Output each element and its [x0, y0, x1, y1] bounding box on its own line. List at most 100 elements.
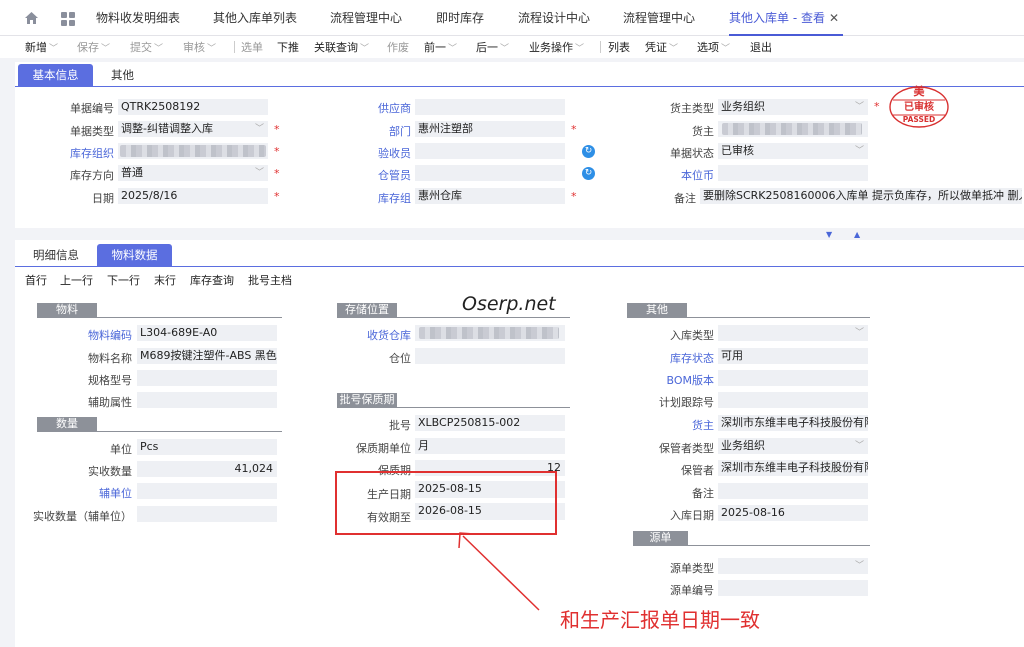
spec-field[interactable]: [137, 370, 277, 386]
supplier-field[interactable]: [415, 99, 565, 115]
bill-no-field[interactable]: QTRK2508192: [118, 99, 268, 115]
next-button[interactable]: 后一 ﹀: [476, 39, 509, 55]
bill-type-field[interactable]: 调整-纠错调整入库 ﹀: [118, 121, 268, 137]
refresh-icon[interactable]: ↻: [582, 145, 595, 158]
remark-field[interactable]: 要删除SCRK2508160006入库单 提示负库存，所以做单抵冲 删入库: [700, 188, 1022, 204]
last-row-button[interactable]: 末行: [154, 272, 176, 288]
tab-material-data[interactable]: 物料数据: [97, 244, 172, 266]
tab-process-design[interactable]: 流程设计中心: [518, 0, 590, 36]
line-note-field[interactable]: [718, 483, 868, 499]
warehouse-label[interactable]: 收货仓库: [340, 327, 411, 343]
options-button[interactable]: 选项 ﹀: [697, 39, 730, 55]
refresh-icon[interactable]: ↻: [582, 167, 595, 180]
storekeeper-label[interactable]: 仓管员: [340, 167, 411, 183]
warehouse-field[interactable]: [415, 325, 565, 341]
status-field[interactable]: 已审核 ﹀: [718, 143, 868, 159]
keeper-type-label: 保管者类型: [659, 442, 714, 455]
lot-field[interactable]: XLBCP250815-002: [415, 415, 565, 431]
stock-org-field[interactable]: [118, 143, 268, 159]
aux-unit-field[interactable]: [137, 483, 277, 499]
line-owner-field[interactable]: 深圳市东维丰电子科技股份有限: [718, 415, 868, 431]
previous-label: 前一: [424, 41, 446, 54]
plan-tracking-field[interactable]: [718, 392, 868, 408]
submit-button[interactable]: 提交 ﹀: [130, 39, 163, 55]
source-type-field[interactable]: ﹀: [718, 558, 868, 574]
required-mark: *: [571, 123, 577, 136]
dept-label[interactable]: 部门: [340, 123, 411, 139]
app-grid-icon[interactable]: [61, 12, 75, 26]
list-button[interactable]: 列表: [608, 39, 630, 55]
stock-group-label[interactable]: 库存组: [340, 190, 411, 206]
audit-button[interactable]: 审核 ﹀: [183, 39, 216, 55]
dept-field[interactable]: 惠州注塑部: [415, 121, 565, 137]
source-no-field[interactable]: [718, 580, 868, 596]
required-mark: *: [274, 190, 280, 203]
section-line: [37, 431, 282, 432]
section-storage: 存储位置: [337, 303, 397, 317]
location-field[interactable]: [415, 348, 565, 364]
home-icon[interactable]: [24, 11, 39, 25]
voucher-button[interactable]: 凭证 ﹀: [645, 39, 678, 55]
stock-status-label[interactable]: 库存状态: [630, 350, 714, 366]
tab-detail-info[interactable]: 明细信息: [25, 244, 87, 266]
collapse-up-icon[interactable]: ▲: [854, 230, 860, 239]
highlight-box: [335, 471, 557, 535]
aux-unit-label[interactable]: 辅单位: [40, 485, 132, 501]
owner-type-field[interactable]: 业务组织 ﹀: [718, 99, 868, 115]
direction-field[interactable]: 普通 ﹀: [118, 165, 268, 181]
close-icon[interactable]: ✕: [829, 11, 839, 25]
tab-material-flow-detail[interactable]: 物料收发明细表: [96, 0, 180, 36]
received-qty-field[interactable]: 41,024: [137, 461, 277, 477]
annotation-text: 和生产汇报单日期一致: [560, 608, 760, 632]
tab-label: 流程设计中心: [518, 11, 591, 25]
select-bill-button[interactable]: 选单: [241, 39, 263, 55]
aux-attr-field[interactable]: [137, 392, 277, 408]
stock-query-button[interactable]: 库存查询: [190, 272, 234, 288]
currency-field[interactable]: [718, 165, 868, 181]
date-field[interactable]: 2025/8/16: [118, 188, 268, 204]
new-button[interactable]: 新增 ﹀: [25, 39, 58, 55]
first-row-button[interactable]: 首行: [25, 272, 47, 288]
tab-other-inbound-list[interactable]: 其他入库单列表: [213, 0, 297, 36]
business-ops-button[interactable]: 业务操作 ﹀: [529, 39, 584, 55]
stock-group-field[interactable]: 惠州仓库: [415, 188, 565, 204]
next-row-button[interactable]: 下一行: [107, 272, 140, 288]
collapse-down-icon[interactable]: ▼: [826, 230, 832, 239]
unit-field[interactable]: Pcs: [137, 439, 277, 455]
previous-button[interactable]: 前一 ﹀: [424, 39, 457, 55]
tab-basic-info[interactable]: 基本信息: [18, 64, 93, 86]
tab-process-center-1[interactable]: 流程管理中心: [330, 0, 402, 36]
storekeeper-field[interactable]: [415, 165, 565, 181]
exit-button[interactable]: 退出: [750, 39, 772, 55]
stock-org-label[interactable]: 库存组织: [40, 145, 114, 161]
material-name-field[interactable]: M689按键注塑件-ABS 黑色: [137, 348, 277, 364]
keeper-type-field[interactable]: 业务组织 ﹀: [718, 438, 868, 454]
prev-row-button[interactable]: 上一行: [60, 272, 93, 288]
aux-qty-field[interactable]: [137, 506, 277, 522]
inspector-field[interactable]: [415, 143, 565, 159]
save-button[interactable]: 保存 ﹀: [77, 39, 110, 55]
supplier-label[interactable]: 供应商: [340, 100, 411, 116]
material-code-field[interactable]: L304-689E-A0: [137, 325, 277, 341]
tab-realtime-stock[interactable]: 即时库存: [436, 0, 484, 36]
owner-field[interactable]: [718, 121, 868, 137]
material-code-label[interactable]: 物料编码: [40, 327, 132, 343]
tab-process-center-2[interactable]: 流程管理中心: [623, 0, 695, 36]
inbound-type-field[interactable]: ﹀: [718, 325, 868, 341]
bom-version-label[interactable]: BOM版本: [630, 372, 714, 388]
chevron-down-icon: ﹀: [49, 44, 59, 54]
currency-label[interactable]: 本位币: [630, 167, 714, 183]
keeper-field[interactable]: 深圳市东维丰电子科技股份有限: [718, 460, 868, 476]
push-down-button[interactable]: 下推: [277, 39, 299, 55]
void-button[interactable]: 作废: [387, 39, 409, 55]
line-owner-label[interactable]: 货主: [630, 417, 714, 433]
related-query-button[interactable]: 关联查询 ﹀: [314, 39, 369, 55]
tab-other-inbound-view[interactable]: 其他入库单 - 查看 ✕: [729, 0, 844, 36]
lot-master-button[interactable]: 批号主档: [248, 272, 292, 288]
inbound-date-field[interactable]: 2025-08-16: [718, 505, 868, 521]
bom-version-field[interactable]: [718, 370, 868, 386]
tab-other[interactable]: 其他: [100, 64, 145, 86]
inspector-label[interactable]: 验收员: [340, 145, 411, 161]
stock-status-field[interactable]: 可用: [718, 348, 868, 364]
shelf-unit-field[interactable]: 月: [415, 438, 565, 454]
